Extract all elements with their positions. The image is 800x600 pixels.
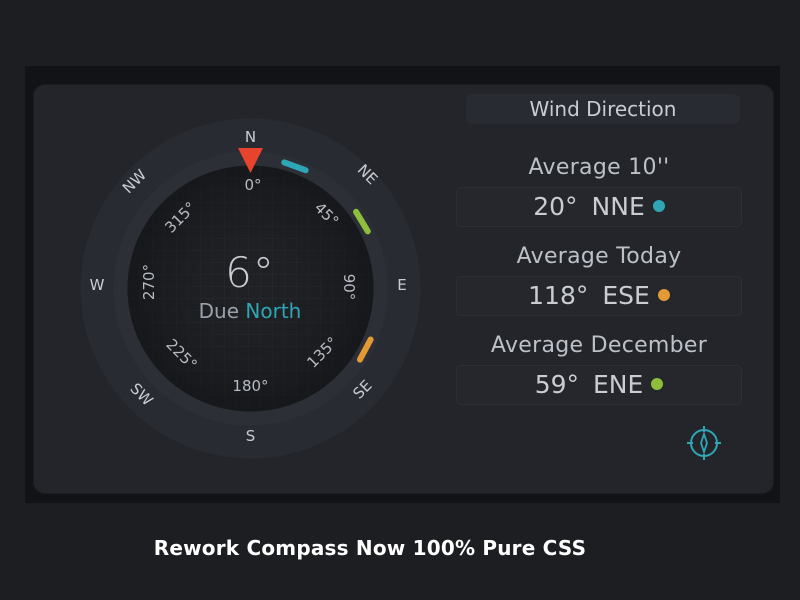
average-degrees: 59°	[534, 370, 579, 399]
average-value-10: 20° NNE	[456, 187, 742, 227]
average-degrees: 118°	[528, 281, 589, 310]
average-label-today: Average Today	[516, 244, 682, 269]
status-dot	[652, 200, 665, 212]
average-direction: NNE	[591, 192, 645, 221]
average-value-today: 118° ESE	[456, 276, 742, 316]
heading-readout: 6° Due North	[120, 248, 380, 323]
status-dot	[651, 378, 664, 390]
average-direction: ENE	[593, 370, 644, 399]
average-value-december: 59° ENE	[456, 365, 742, 405]
degree-label-0: 0°	[244, 176, 261, 194]
cardinal-s: S	[246, 427, 256, 445]
heading-degrees: 6°	[225, 248, 275, 297]
compass-button[interactable]	[687, 426, 721, 460]
due-prefix: Due	[198, 299, 240, 323]
due-direction: North	[245, 299, 302, 323]
degree-label-180: 180°	[232, 377, 268, 395]
compass-icon	[687, 426, 721, 460]
average-label-december: Average December	[490, 333, 708, 358]
cardinal-n: N	[245, 128, 256, 146]
heading-direction: Due North	[120, 299, 380, 323]
average-label-10: Average 10''	[528, 155, 670, 180]
caption-text: Rework Compass Now 100% Pure CSS	[153, 536, 587, 560]
wind-direction-title: Wind Direction	[466, 94, 740, 124]
average-degrees: 20°	[533, 192, 578, 221]
cardinal-w: W	[90, 276, 105, 294]
status-dot	[657, 289, 670, 301]
average-direction: ESE	[602, 281, 650, 310]
cardinal-e: E	[397, 276, 406, 294]
